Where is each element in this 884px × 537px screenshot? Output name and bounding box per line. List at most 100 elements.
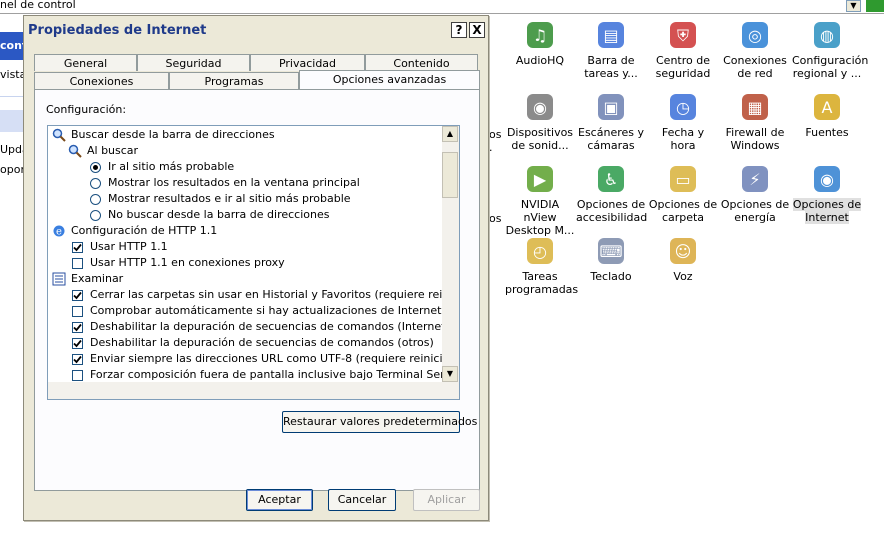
control-panel-item[interactable]: ◴ Tareas programadas xyxy=(505,234,578,296)
close-button[interactable]: X xyxy=(469,22,485,38)
setting-label: Cerrar las carpetas sin usar en Historia… xyxy=(90,288,460,301)
tab-conexiones[interactable]: Conexiones xyxy=(34,72,169,89)
svg-text:◍: ◍ xyxy=(820,26,834,45)
radio-button[interactable] xyxy=(90,209,101,221)
control-panel-item[interactable]: ⌨ Teclado xyxy=(576,234,646,283)
truncated-label: . xyxy=(489,141,493,154)
setting-label: No buscar desde la barra de direcciones xyxy=(108,208,330,221)
checkbox[interactable] xyxy=(72,241,83,253)
control-panel-item-label: Configuración xyxy=(792,54,869,67)
cancel-button[interactable]: Cancelar xyxy=(328,489,396,511)
regional-settings-icon: ◍ xyxy=(810,18,844,52)
control-panel-item[interactable]: ◷ Fecha y hora xyxy=(648,90,718,152)
left-pane-header[interactable]: cont xyxy=(0,32,24,60)
control-panel-item-label: Opciones de xyxy=(576,198,646,211)
setting-label: Ir al sitio más probable xyxy=(108,160,235,173)
power-options-icon: ⚡ xyxy=(738,162,772,196)
fonts-icon: A xyxy=(810,90,844,124)
setting-label: Mostrar resultados e ir al sitio más pro… xyxy=(108,192,351,205)
control-panel-item[interactable]: ▦ Firewall de Windows xyxy=(720,90,790,152)
control-panel-item[interactable]: A Fuentes xyxy=(792,90,862,139)
control-panel-item-label: Centro de xyxy=(656,54,710,67)
control-panel-item[interactable]: ▶ NVIDIA nView Desktop M... xyxy=(505,162,575,237)
nvidia-icon: ▶ xyxy=(523,162,557,196)
svg-text:▭: ▭ xyxy=(675,170,690,189)
advanced-settings-list[interactable]: Buscar desde la barra de direcciones Al b… xyxy=(47,125,460,400)
checkbox[interactable] xyxy=(72,321,83,333)
tab-programas[interactable]: Programas xyxy=(169,72,299,89)
control-panel-item[interactable]: ♿ Opciones de accesibilidad xyxy=(576,162,647,224)
control-panel-item[interactable]: ☺ Voz xyxy=(648,234,718,283)
setting-checkbox[interactable]: Deshabilitar la depuración de secuencias… xyxy=(72,335,434,351)
scroll-down-button[interactable]: ▼ xyxy=(442,366,458,382)
control-panel-item-label: Dispositivos xyxy=(506,126,574,139)
control-panel-item[interactable]: ⛨ Centro de seguridad xyxy=(648,18,718,80)
settings-group: Buscar desde la barra de direcciones xyxy=(52,127,275,143)
checkbox[interactable] xyxy=(72,337,83,349)
setting-radio[interactable]: No buscar desde la barra de direcciones xyxy=(90,207,329,223)
setting-label: Comprobar automáticamente si hay actuali… xyxy=(90,304,460,317)
control-panel-item[interactable]: ▣ Escáneres y cámaras xyxy=(576,90,646,152)
control-panel-item-label: de sonid... xyxy=(511,139,569,152)
tab-privacidad[interactable]: Privacidad xyxy=(250,54,365,71)
radio-button[interactable] xyxy=(90,193,101,205)
dialog-titlebar[interactable]: Propiedades de Internet ? X xyxy=(24,16,488,46)
left-pane-link[interactable]: vista xyxy=(0,68,24,81)
control-panel-item[interactable]: ⚡ Opciones de energía xyxy=(720,162,790,224)
tab-contenido[interactable]: Contenido xyxy=(365,54,478,71)
scroll-thumb[interactable] xyxy=(442,152,458,198)
setting-radio[interactable]: Mostrar resultados e ir al sitio más pro… xyxy=(90,191,351,207)
control-panel-item[interactable]: ◉ Dispositivos de sonid... xyxy=(505,90,575,152)
vertical-scrollbar[interactable]: ▲ ▼ xyxy=(442,126,459,382)
internet-options-icon: ◉ xyxy=(810,162,844,196)
tab-opciones-avanzadas[interactable]: Opciones avanzadas xyxy=(299,70,480,89)
control-panel-item[interactable]: ▤ Barra de tareas y... xyxy=(576,18,646,80)
scroll-up-button[interactable]: ▲ xyxy=(442,126,458,142)
scanners-cameras-icon: ▣ xyxy=(594,90,628,124)
control-panel-item[interactable]: ◎ Conexiones de red xyxy=(720,18,790,80)
checkbox[interactable] xyxy=(72,305,83,317)
setting-radio[interactable]: Mostrar los resultados en la ventana pri… xyxy=(90,175,360,191)
svg-text:▦: ▦ xyxy=(747,98,762,117)
control-panel-item[interactable]: ◍ Configuración regional y ... xyxy=(792,18,868,80)
setting-checkbox[interactable]: Usar HTTP 1.1 en conexiones proxy xyxy=(72,255,285,271)
setting-checkbox[interactable]: Usar HTTP 1.1 xyxy=(72,239,168,255)
svg-text:◴: ◴ xyxy=(533,242,547,261)
ok-button[interactable]: Aceptar xyxy=(246,489,313,511)
control-panel-item[interactable]: ◉ Opciones de Internet xyxy=(792,162,862,224)
control-panel-item-label: cámaras xyxy=(587,139,635,152)
tab-seguridad[interactable]: Seguridad xyxy=(137,54,250,71)
setting-checkbox[interactable]: Enviar siempre las direcciones URL como … xyxy=(72,351,458,367)
svg-text:⛨: ⛨ xyxy=(677,26,689,45)
setting-checkbox[interactable]: Deshabilitar la depuración de secuencias… xyxy=(72,319,459,335)
checkbox[interactable] xyxy=(72,289,83,301)
control-panel-item[interactable]: ▭ Opciones de carpeta xyxy=(648,162,718,224)
help-button[interactable]: ? xyxy=(451,22,467,38)
setting-checkbox[interactable]: Comprobar automáticamente si hay actuali… xyxy=(72,303,460,319)
address-dropdown-button[interactable]: ▼ xyxy=(846,0,861,12)
control-panel-item-label: tareas y... xyxy=(584,67,638,80)
apply-button[interactable]: Aplicar xyxy=(413,489,480,511)
control-panel-item[interactable]: ♫ AudioHQ xyxy=(505,18,575,67)
radio-button[interactable] xyxy=(90,177,101,189)
svg-text:▤: ▤ xyxy=(603,26,618,45)
left-pane-link[interactable]: oport xyxy=(0,163,24,176)
settings-group: e Configuración de HTTP 1.1 xyxy=(52,223,217,239)
setting-checkbox[interactable]: Cerrar las carpetas sin usar en Historia… xyxy=(72,287,460,303)
checkbox[interactable] xyxy=(72,257,83,269)
go-button[interactable] xyxy=(866,0,884,12)
setting-checkbox[interactable]: Forzar composición fuera de pantalla inc… xyxy=(72,367,459,383)
restore-defaults-button[interactable]: Restaurar valores predeterminados xyxy=(282,411,477,433)
setting-radio[interactable]: Ir al sitio más probable xyxy=(90,159,234,175)
speech-icon: ☺ xyxy=(666,234,700,268)
settings-group: Al buscar xyxy=(68,143,138,159)
horizontal-scrollbar[interactable] xyxy=(48,382,459,399)
checkbox[interactable] xyxy=(72,353,83,365)
setting-label: Usar HTTP 1.1 en conexiones proxy xyxy=(90,256,285,269)
checkbox[interactable] xyxy=(72,369,83,381)
left-pane-link[interactable]: Updat xyxy=(0,143,24,156)
chevron-down-icon: ▼ xyxy=(850,1,857,10)
tab-general[interactable]: General xyxy=(34,54,137,71)
radio-button[interactable] xyxy=(90,161,101,173)
address-bar[interactable]: nel de control ▼ xyxy=(0,0,884,14)
